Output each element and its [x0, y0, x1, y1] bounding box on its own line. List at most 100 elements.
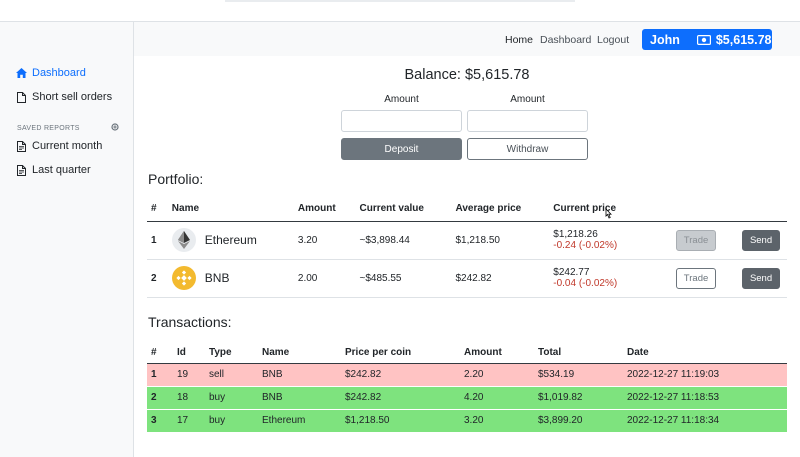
coin-current-value: ~$485.55 [355, 259, 452, 298]
tx-price-per-coin: $242.82 [341, 363, 460, 387]
coin-amount: 2.00 [293, 259, 356, 298]
tx-price-per-coin: $242.82 [341, 386, 460, 410]
column-header: # [147, 342, 173, 364]
coin-average-price: $242.82 [451, 259, 550, 298]
column-header: Name [258, 342, 341, 364]
row-index: 1 [147, 221, 168, 260]
mouse-pointer-icon [603, 208, 613, 223]
coin-current-value: ~$3,898.44 [355, 221, 452, 260]
sidebar-item-label: Current month [32, 140, 103, 152]
deposit-button[interactable]: Deposit [341, 138, 462, 160]
sidebar-item-last-quarter[interactable]: Last quarter [16, 164, 91, 176]
saved-reports-label: SAVED REPORTS [17, 124, 80, 132]
coin-name: Ethereum [204, 233, 257, 247]
column-header: Current price [549, 196, 649, 222]
tx-date: 2022-12-27 11:18:34 [623, 409, 787, 433]
column-header-actions [720, 196, 787, 222]
column-header: Date [623, 342, 787, 364]
send-button[interactable]: Send [742, 229, 781, 251]
sidebar: Dashboard Short sell orders SAVED REPORT… [0, 22, 134, 457]
coin-name: BNB [204, 271, 230, 285]
column-header: Average price [451, 196, 550, 222]
tx-type: buy [205, 409, 258, 433]
user-balance-badge[interactable]: John $5,615.78 [642, 29, 772, 50]
coin-current-price-cell: $242.77 -0.04 (-0.02%) [549, 259, 649, 298]
trade-button[interactable]: Trade [676, 229, 717, 251]
table-row: 2 BNB 2.00 ~$485.55 $242.82 $242.77 -0.0… [147, 259, 787, 298]
column-header: Name [167, 196, 294, 222]
send-button[interactable]: Send [742, 267, 781, 289]
user-name: John [650, 32, 680, 47]
sidebar-item-label: Last quarter [32, 164, 91, 176]
coin-price-change: -0.04 (-0.02%) [553, 278, 618, 289]
column-header: Current value [355, 196, 452, 222]
row-index: 2 [147, 386, 173, 410]
saved-reports-heading: SAVED REPORTS [17, 123, 119, 133]
withdraw-amount-input[interactable] [467, 110, 588, 132]
tx-date: 2022-12-27 11:19:03 [623, 363, 787, 387]
user-balance: $5,615.78 [715, 32, 772, 47]
portfolio-title: Portfolio: [148, 171, 204, 187]
tx-id: 18 [173, 386, 205, 410]
portfolio-table: # Name Amount Current value Average pric… [147, 196, 787, 298]
column-header-actions [648, 196, 721, 222]
deposit-amount-label: Amount [384, 94, 419, 105]
tx-coin-name: BNB [258, 386, 341, 410]
file-text-icon [16, 164, 27, 176]
browser-top-strip [0, 0, 800, 22]
trade-button[interactable]: Trade [676, 267, 717, 289]
coin-average-price: $1,218.50 [451, 221, 550, 260]
main-content: Home Dashboard Logout John $5,615.78 Bal… [134, 22, 800, 457]
tx-amount: 2.20 [460, 363, 534, 387]
column-header: Total [534, 342, 623, 364]
coin-current-price-cell: $1,218.26 -0.24 (-0.02%) [549, 221, 649, 260]
tx-total: $534.19 [534, 363, 623, 387]
transactions-title: Transactions: [148, 314, 232, 330]
tx-id: 19 [173, 363, 205, 387]
tx-price-per-coin: $1,218.50 [341, 409, 460, 433]
sidebar-item-dashboard[interactable]: Dashboard [16, 67, 86, 79]
tx-id: 17 [173, 409, 205, 433]
add-report-icon[interactable] [111, 123, 119, 133]
row-index: 1 [147, 363, 173, 387]
tx-total: $1,019.82 [534, 386, 623, 410]
table-row: 3 17 buy Ethereum $1,218.50 3.20 $3,899.… [147, 409, 787, 433]
sidebar-item-short-sell-orders[interactable]: Short sell orders [16, 91, 112, 103]
sidebar-item-label: Dashboard [32, 67, 86, 79]
coin-current-price: $1,218.26 [553, 229, 598, 240]
tx-coin-name: Ethereum [258, 409, 341, 433]
table-row: 2 18 buy BNB $242.82 4.20 $1,019.82 2022… [147, 386, 787, 410]
column-header: Amount [460, 342, 534, 364]
column-header: Amount [293, 196, 356, 222]
nav-home-link[interactable]: Home [505, 34, 533, 46]
top-navbar: Home Dashboard Logout John $5,615.78 [134, 22, 800, 56]
bnb-icon [171, 266, 196, 290]
tx-total: $3,899.20 [534, 409, 623, 433]
file-text-icon [16, 140, 27, 152]
column-header: Type [205, 342, 258, 364]
coin-current-price: $242.77 [553, 267, 590, 278]
table-row: 1 19 sell BNB $242.82 2.20 $534.19 2022-… [147, 363, 787, 387]
portfolio-header-row: # Name Amount Current value Average pric… [147, 196, 787, 222]
transactions-table: # Id Type Name Price per coin Amount Tot… [147, 342, 787, 433]
balance-heading: Balance: $5,615.78 [404, 67, 530, 83]
coin-cell: Ethereum [167, 221, 294, 260]
coin-price-change: -0.24 (-0.02%) [553, 240, 618, 251]
withdraw-button[interactable]: Withdraw [467, 138, 588, 160]
column-header: Price per coin [341, 342, 460, 364]
nav-dashboard-link[interactable]: Dashboard [540, 34, 591, 46]
withdraw-amount-label: Amount [510, 94, 545, 105]
tx-type: sell [205, 363, 258, 387]
sidebar-item-label: Short sell orders [32, 91, 113, 103]
coin-amount: 3.20 [293, 221, 356, 260]
row-index: 2 [147, 259, 168, 298]
deposit-amount-input[interactable] [341, 110, 462, 132]
tx-type: buy [205, 386, 258, 410]
row-index: 3 [147, 409, 173, 433]
tx-amount: 4.20 [460, 386, 534, 410]
nav-logout-link[interactable]: Logout [597, 34, 629, 46]
sidebar-item-current-month[interactable]: Current month [16, 140, 102, 152]
column-header: # [147, 196, 168, 222]
transactions-header-row: # Id Type Name Price per coin Amount Tot… [147, 342, 787, 364]
tx-amount: 3.20 [460, 409, 534, 433]
